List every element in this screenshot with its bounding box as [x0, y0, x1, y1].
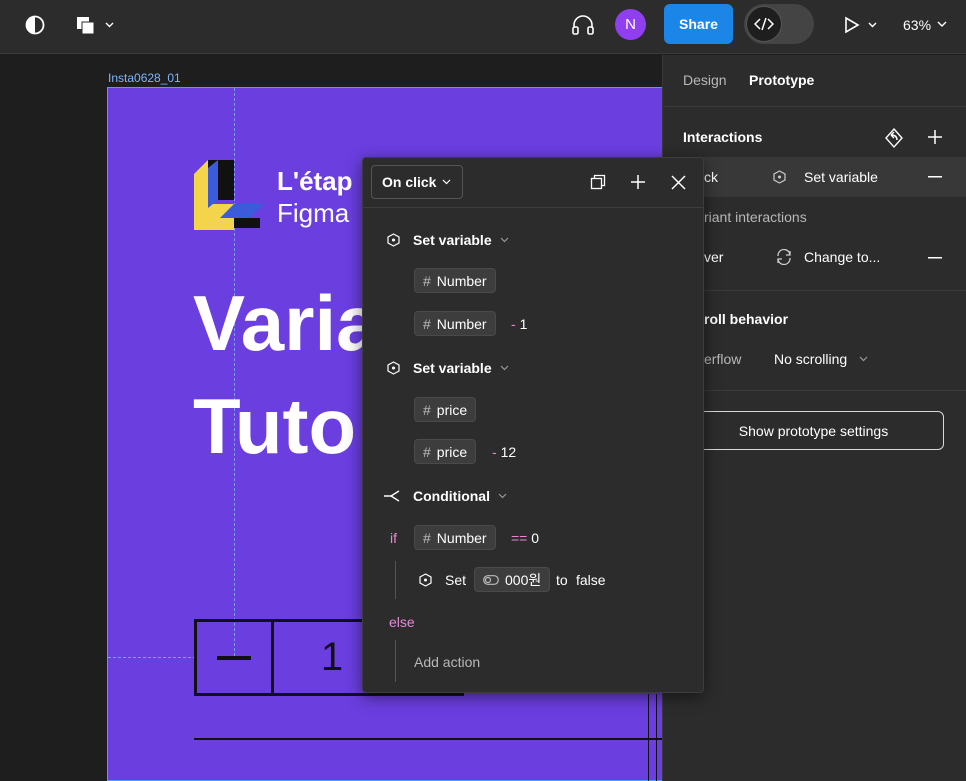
- variable-hexagon-icon: [772, 170, 786, 184]
- tab-design[interactable]: Design: [683, 72, 727, 88]
- panel-divider: [663, 390, 966, 391]
- zoom-level[interactable]: 63%: [903, 17, 931, 33]
- headphones-icon[interactable]: [570, 13, 596, 37]
- remove-interaction-icon[interactable]: [927, 257, 943, 259]
- top-toolbar: N Share 63%: [0, 0, 966, 54]
- operator: ==: [511, 530, 528, 546]
- expression-operator[interactable]: - 1: [511, 316, 527, 332]
- conditional-branch-icon: [383, 489, 403, 503]
- chevron-down-icon[interactable]: [499, 236, 509, 244]
- branch-indent-line: [395, 561, 396, 599]
- panel-divider: [663, 290, 966, 291]
- interaction2-trigger: ver: [704, 249, 724, 265]
- chevron-down-icon[interactable]: [497, 492, 507, 500]
- chevron-down-icon[interactable]: [936, 18, 948, 30]
- variable-hexagon-icon: [386, 361, 400, 375]
- else-keyword: else: [389, 614, 415, 630]
- set-value[interactable]: false: [576, 572, 606, 588]
- expression-variable-pill[interactable]: # Number: [414, 311, 496, 336]
- interaction2-action: Change to...: [804, 249, 881, 265]
- variable-pill[interactable]: # price: [414, 397, 477, 422]
- present-play-icon[interactable]: [842, 14, 880, 36]
- condition-expression[interactable]: == 0: [511, 530, 539, 546]
- action1-title[interactable]: Set variable: [413, 232, 492, 248]
- operator: -: [492, 444, 497, 460]
- theme-toggle-icon[interactable]: [24, 14, 46, 36]
- layout-guide-horizontal: [108, 657, 196, 658]
- overflow-label: erflow: [704, 351, 742, 367]
- minus-button[interactable]: [197, 622, 274, 693]
- tab-prototype[interactable]: Prototype: [749, 72, 814, 88]
- panel-divider: [663, 106, 966, 107]
- chevron-down-icon: [443, 179, 451, 185]
- variable-name: 000원: [505, 571, 542, 588]
- interactions-heading: Interactions: [683, 129, 763, 145]
- logo-icon: [194, 160, 264, 230]
- condition-variable-pill[interactable]: # Number: [414, 525, 496, 550]
- variable-name: price: [436, 443, 468, 460]
- popover-divider: [362, 207, 704, 208]
- variable-name: Number: [436, 315, 487, 332]
- brand-subtitle: Figma: [277, 198, 350, 228]
- variable-name: Number: [436, 529, 487, 546]
- if-keyword: if: [390, 530, 397, 546]
- close-icon[interactable]: [670, 174, 686, 190]
- variant-interactions-label: riant interactions: [704, 209, 807, 225]
- operand: 0: [531, 530, 540, 546]
- change-to-icon: [774, 248, 794, 266]
- brand-name: L'étap: [277, 166, 353, 196]
- variable-name: price: [436, 401, 468, 418]
- dev-mode-toggle[interactable]: [744, 4, 814, 44]
- detach-icon[interactable]: [589, 173, 607, 191]
- frame-divider-left: [648, 694, 649, 781]
- add-action-icon[interactable]: [629, 173, 647, 191]
- hash-icon: #: [423, 401, 431, 418]
- overflow-select[interactable]: No scrolling: [774, 351, 847, 367]
- expression-operator[interactable]: - 12: [492, 444, 516, 460]
- set-label: Set: [445, 572, 467, 588]
- chevron-down-icon[interactable]: [499, 364, 509, 372]
- reset-interaction-icon[interactable]: [882, 126, 906, 150]
- frame-label[interactable]: Insta0628_01: [108, 71, 181, 85]
- variable-name: Number: [436, 272, 487, 289]
- boolean-variable-pill[interactable]: 000원: [474, 567, 551, 592]
- toggle-icon: [483, 574, 499, 585]
- hero-title-line1: Varia: [193, 279, 380, 367]
- avatar[interactable]: N: [615, 9, 646, 40]
- add-action-button[interactable]: Add action: [414, 654, 480, 670]
- set-to-label: to: [556, 572, 568, 588]
- scroll-behavior-heading: roll behavior: [704, 311, 789, 327]
- frame-divider-right: [656, 694, 657, 781]
- show-prototype-settings-button[interactable]: Show prototype settings: [683, 411, 944, 450]
- hero-title-line2: Tuto: [193, 382, 357, 470]
- shape-tool-icon[interactable]: [74, 14, 116, 36]
- conditional-title[interactable]: Conditional: [413, 488, 490, 504]
- branch-indent-line: [395, 640, 396, 682]
- variable-hexagon-icon: [386, 233, 400, 247]
- chevron-down-icon[interactable]: [858, 355, 868, 363]
- hash-icon: #: [423, 315, 431, 332]
- code-icon: [746, 6, 782, 42]
- remove-interaction-icon[interactable]: [927, 176, 943, 178]
- hash-icon: #: [423, 443, 431, 460]
- variable-pill[interactable]: # Number: [414, 268, 496, 293]
- share-button[interactable]: Share: [664, 4, 733, 44]
- interaction1-trigger: ck: [704, 169, 718, 185]
- operand: 12: [500, 444, 517, 460]
- add-interaction-icon[interactable]: [926, 128, 944, 146]
- hash-icon: #: [423, 529, 431, 546]
- divider: [194, 738, 662, 740]
- operator: -: [511, 316, 516, 332]
- action2-title[interactable]: Set variable: [413, 360, 492, 376]
- hash-icon: #: [423, 272, 431, 289]
- trigger-label: On click: [382, 174, 437, 190]
- operand: 1: [519, 316, 528, 332]
- interaction1-action: Set variable: [804, 169, 878, 185]
- variable-hexagon-icon: [418, 573, 432, 587]
- expression-variable-pill[interactable]: # price: [414, 439, 477, 464]
- trigger-select[interactable]: On click: [371, 165, 463, 199]
